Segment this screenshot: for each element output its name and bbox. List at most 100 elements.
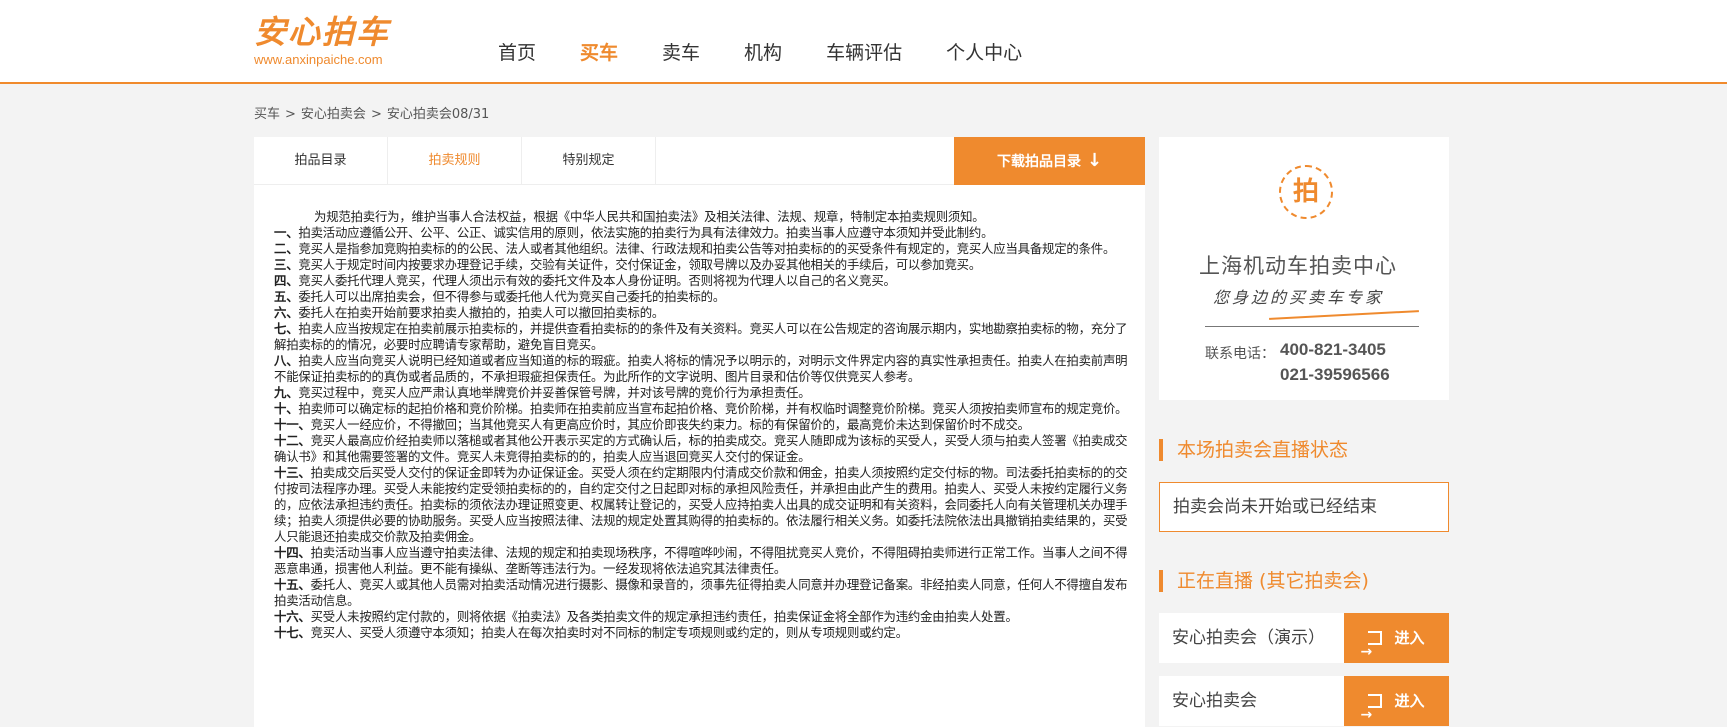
rule-item: 六、委托人在拍卖开始前要求拍卖人撤拍的，拍卖人可以撤回拍卖标的。 (274, 305, 1130, 321)
phone-label: 联系电话： (1205, 346, 1275, 362)
rule-text: 竞买人一经应价，不得撤回；当其他竞买人有更高应价时，其应价即丧失约束力。标的有保… (310, 417, 1030, 432)
tab-special-provisions[interactable]: 特别规定 (522, 137, 656, 185)
rule-number: 十、 (274, 401, 299, 416)
enter-label: 进入 (1394, 692, 1425, 710)
tab-lot-catalog[interactable]: 拍品目录 (254, 137, 388, 185)
breadcrumb-item-current: 安心拍卖会08/31 (386, 107, 490, 122)
rule-text: 拍卖人应当向竞买人说明已经知道或者应当知道的标的瑕疵。拍卖人将标的情况予以明示的… (274, 353, 1128, 384)
nav-vehicle-valuation[interactable]: 车辆评估 (826, 38, 902, 65)
breadcrumb-item-auction[interactable]: 安心拍卖会 (301, 107, 366, 122)
rule-item: 七、拍卖人应当按规定在拍卖前展示拍卖标的，并提供查看拍卖标的的条件及有关资料。竞… (274, 321, 1130, 353)
rule-number: 四、 (274, 273, 299, 288)
rule-number: 二、 (274, 241, 299, 256)
rule-item: 五、委托人可以出席拍卖会，但不得参与或委托他人代为竞买自己委托的拍卖标的。 (274, 289, 1130, 305)
rule-text: 拍卖活动当事人应当遵守拍卖法律、法规的规定和拍卖现场秩序，不得喧哗吵闹，不得阻扰… (274, 545, 1128, 576)
tab-auction-rules[interactable]: 拍卖规则 (388, 137, 522, 185)
rule-item: 十三、拍卖成交后买受人交付的保证金即转为办证保证金。买受人须在约定期限内付清成交… (274, 465, 1130, 545)
sidebar: 拍 上海机动车拍卖中心 您身边的买卖车专家 联系电话： 400-821-3405… (1159, 137, 1449, 727)
rule-text: 委托人、竞买人或其他人员需对拍卖活动情况进行摄影、摄像和录音的，须事先征得拍卖人… (274, 577, 1128, 608)
site-header: 安心拍车 www.anxinpaiche.com 首页 买车 卖车 机构 车辆评… (0, 0, 1727, 84)
rule-text: 竞买人是指参加竞购拍卖标的的公民、法人或者其他组织。法律、行政法规和拍卖公告等对… (298, 241, 1116, 256)
tab-bar: 拍品目录 拍卖规则 特别规定 下载拍品目录 ↓ (254, 137, 1145, 185)
rule-number: 十一、 (274, 417, 311, 432)
live-auction-name: 安心拍卖会（演示） (1172, 628, 1325, 648)
live-now-title: 正在直播 (其它拍卖会) (1159, 570, 1369, 592)
rule-item: 十七、竞买人、买受人须遵守本须知；拍卖人在每次拍卖时对不同标的制定专项规则或约定… (274, 625, 1130, 641)
rule-text: 竞买过程中，竞买人应严肃认真地举牌竞价并妥善保管号牌，并对该号牌的竞价行为承担责… (298, 385, 811, 400)
brand-card: 拍 上海机动车拍卖中心 您身边的买卖车专家 联系电话： 400-821-3405… (1159, 137, 1449, 400)
rule-text: 拍卖活动应遵循公开、公平、公正、诚实信用的原则，依法实施的拍卖行为具有法律效力。… (298, 225, 994, 240)
rule-item: 九、竞买过程中，竞买人应严肃认真地举牌竞价并妥善保管号牌，并对该号牌的竞价行为承… (274, 385, 1130, 401)
rule-text: 委托人在拍卖开始前要求拍卖人撤拍的，拍卖人可以撤回拍卖标的。 (298, 305, 665, 320)
rule-number: 十六、 (274, 609, 311, 624)
rule-text: 拍卖师可以确定标的起拍价格和竞价阶梯。拍卖师在拍卖前应当宣布起拍价格、竞价阶梯，… (298, 401, 1128, 416)
nav-buy-car[interactable]: 买车 (580, 38, 618, 65)
breadcrumb-separator: > (370, 107, 382, 122)
rule-text: 委托人可以出席拍卖会，但不得参与或委托他人代为竞买自己委托的拍卖标的。 (298, 289, 726, 304)
live-auction-name: 安心拍卖会 (1172, 691, 1257, 711)
rule-item: 十、拍卖师可以确定标的起拍价格和竞价阶梯。拍卖师在拍卖前应当宣布起拍价格、竞价阶… (274, 401, 1130, 417)
rule-text: 竞买人最高应价经拍卖师以落槌或者其他公开表示买定的方式确认后，标的拍卖成交。竞买… (274, 433, 1128, 464)
nav-home[interactable]: 首页 (498, 38, 536, 65)
rule-item: 十五、委托人、竞买人或其他人员需对拍卖活动情况进行摄影、摄像和录音的，须事先征得… (274, 577, 1130, 609)
rule-item: 三、竞买人于规定时间内按要求办理登记手续，交验有关证件，交付保证金，领取号牌以及… (274, 257, 1130, 273)
brand-name: 上海机动车拍卖中心 (1199, 254, 1397, 278)
phone-number-2: 021-39596566 (1280, 365, 1390, 384)
rule-number: 八、 (274, 353, 299, 368)
rule-number: 三、 (274, 257, 299, 272)
breadcrumb-item-buy-car[interactable]: 买车 (254, 107, 280, 122)
main-nav: 首页 买车 卖车 机构 车辆评估 个人中心 (498, 38, 1066, 65)
breadcrumb-separator: > (285, 107, 296, 122)
brand-slogan: 您身边的买卖车专家 (1213, 288, 1385, 307)
download-catalog-label: 下载拍品目录 (996, 154, 1081, 170)
rule-item: 八、拍卖人应当向竞买人说明已经知道或者应当知道的标的瑕疵。拍卖人将标的情况予以明… (274, 353, 1130, 385)
rule-text: 买受人未按照约定付款的，则将依据《拍卖法》及各类拍卖文件的规定承担违约责任，拍卖… (310, 609, 1018, 624)
rule-number: 十三、 (274, 465, 311, 480)
rule-item: 一、拍卖活动应遵循公开、公平、公正、诚实信用的原则，依法实施的拍卖行为具有法律效… (274, 225, 1130, 241)
rule-number: 七、 (274, 321, 299, 336)
rule-number: 一、 (274, 225, 299, 240)
rule-number: 六、 (274, 305, 299, 320)
arrow-down-icon: ↓ (1086, 150, 1103, 171)
enter-auction-button[interactable]: 进入 (1344, 676, 1449, 727)
rule-item: 十一、竞买人一经应价，不得撤回；当其他竞买人有更高应价时，其应价即丧失约束力。标… (274, 417, 1130, 433)
download-catalog-button[interactable]: 下载拍品目录 ↓ (954, 137, 1145, 185)
phone-number-1: 400-821-3405 (1280, 340, 1386, 359)
divider (1205, 326, 1419, 327)
auction-center-seal-icon: 拍 (1279, 165, 1333, 219)
rules-intro: 为规范拍卖行为，维护当事人合法权益，根据《中华人民共和国拍卖法》及相关法律、法规… (314, 209, 985, 224)
rule-item: 十四、拍卖活动当事人应当遵守拍卖法律、法规的规定和拍卖现场秩序，不得喧哗吵闹，不… (274, 545, 1130, 577)
live-status-title: 本场拍卖会直播状态 (1159, 439, 1348, 461)
main-panel: 拍品目录 拍卖规则 特别规定 下载拍品目录 ↓ 为规范拍卖行为，维护当事人合法权益… (254, 137, 1145, 727)
rule-number: 十七、 (274, 625, 311, 640)
logo-text: 安心拍车 (254, 13, 391, 51)
rule-text: 竞买人委托代理人竞买，代理人须出示有效的委托文件及本人身份证明。否则将视为代理人… (298, 273, 896, 288)
rule-text: 拍卖成交后买受人交付的保证金即转为办证保证金。买受人须在约定期限内付清成交价款和… (274, 465, 1128, 544)
enter-label: 进入 (1394, 629, 1425, 647)
rule-number: 九、 (274, 385, 299, 400)
enter-auction-button[interactable]: 进入 (1344, 613, 1449, 677)
rule-number: 十五、 (274, 577, 311, 592)
rule-item: 十二、竞买人最高应价经拍卖师以落槌或者其他公开表示买定的方式确认后，标的拍卖成交… (274, 433, 1130, 465)
live-auction-item: 安心拍卖会 进入 (1159, 676, 1449, 727)
nav-institutions[interactable]: 机构 (744, 38, 782, 65)
enter-icon (1360, 690, 1383, 727)
rule-text: 拍卖人应当按规定在拍卖前展示拍卖标的，并提供查看拍卖标的的条件及有关资料。竞买人… (274, 321, 1128, 352)
rule-text: 竞买人于规定时间内按要求办理登记手续，交验有关证件，交付保证金，领取号牌以及办妥… (298, 257, 982, 272)
live-status-box: 拍卖会尚未开始或已经结束 (1159, 482, 1449, 532)
rule-number: 十四、 (274, 545, 311, 560)
rule-item: 二、竞买人是指参加竞购拍卖标的的公民、法人或者其他组织。法律、行政法规和拍卖公告… (274, 241, 1130, 257)
enter-icon (1360, 627, 1383, 677)
rule-item: 四、竞买人委托代理人竞买，代理人须出示有效的委托文件及本人身份证明。否则将视为代… (274, 273, 1130, 289)
site-logo[interactable]: 安心拍车 www.anxinpaiche.com (254, 14, 424, 74)
breadcrumb: 买车 > 安心拍卖会 > 安心拍卖会08/31 (254, 103, 489, 122)
logo-url: www.anxinpaiche.com (254, 52, 383, 67)
nav-sell-car[interactable]: 卖车 (662, 38, 700, 65)
rule-item: 十六、买受人未按照约定付款的，则将依据《拍卖法》及各类拍卖文件的规定承担违约责任… (274, 609, 1130, 625)
rule-text: 竞买人、买受人须遵守本须知；拍卖人在每次拍卖时对不同标的制定专项规则或约定的，则… (310, 625, 909, 640)
rule-number: 十二、 (274, 433, 311, 448)
slogan-underline (1269, 310, 1419, 320)
rule-number: 五、 (274, 289, 299, 304)
nav-user-center[interactable]: 个人中心 (946, 38, 1022, 65)
live-auction-item: 安心拍卖会（演示） 进入 (1159, 613, 1449, 677)
